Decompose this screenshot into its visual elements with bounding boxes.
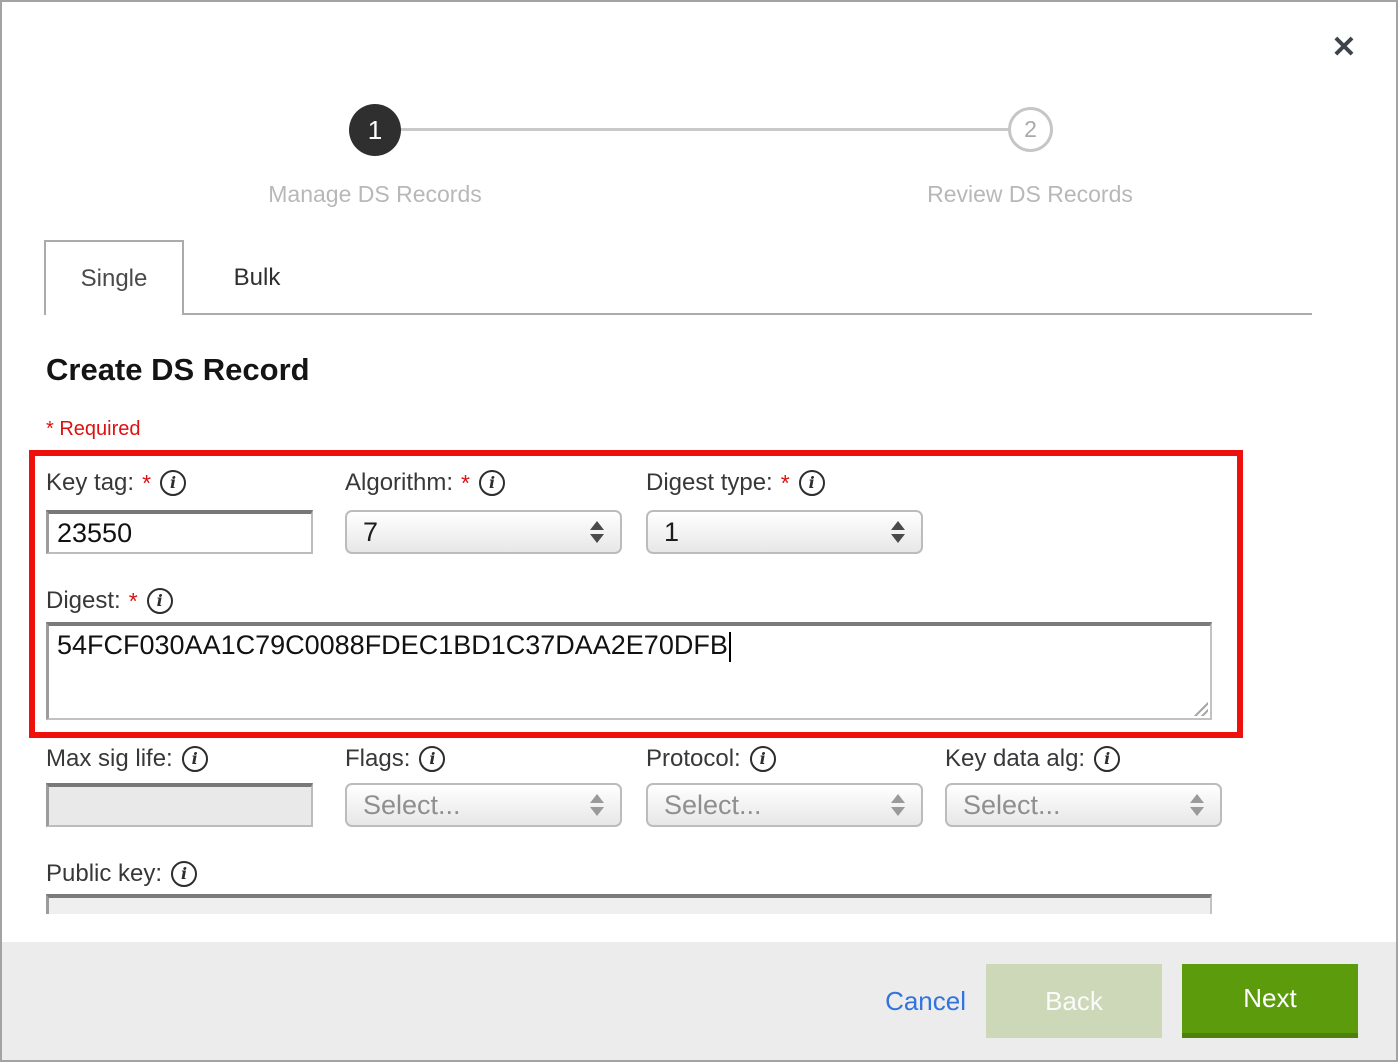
algorithm-label-row: Algorithm: * i [345,468,505,498]
info-icon[interactable]: i [147,588,173,614]
create-ds-record-modal: ✕ 1 2 Manage DS Records Review DS Record… [0,0,1398,1062]
algorithm-label: Algorithm: [345,469,453,497]
required-asterisk: * [781,470,790,497]
tab-bulk[interactable]: Bulk [184,240,330,315]
select-arrows-icon [891,794,905,816]
select-arrows-icon [590,794,604,816]
text-caret [729,632,731,662]
max-sig-life-label: Max sig life: [46,745,173,773]
info-icon-glyph: i [489,475,495,491]
key-tag-label: Key tag: [46,469,134,497]
info-icon-glyph: i [157,593,163,609]
digest-type-select[interactable]: 1 [646,510,923,554]
algorithm-select-value: 7 [363,517,378,548]
modal-footer: Cancel Back Next [2,942,1396,1060]
info-icon-glyph: i [181,866,187,882]
key-data-alg-select-value: Select... [963,790,1061,821]
protocol-label: Protocol: [646,745,741,773]
page-title: Create DS Record [46,352,310,388]
public-key-label-row: Public key: i [46,859,197,889]
info-icon[interactable]: i [750,746,776,772]
digest-type-label: Digest type: [646,469,773,497]
info-icon[interactable]: i [160,470,186,496]
info-icon-glyph: i [760,751,766,767]
info-icon[interactable]: i [799,470,825,496]
select-arrows-icon [590,521,604,543]
digest-type-select-value: 1 [664,517,679,548]
digest-value: 54FCF030AA1C79C0088FDEC1BD1C37DAA2E70DFB [57,630,728,660]
info-icon-glyph: i [170,475,176,491]
step-2-number: 2 [1024,116,1037,143]
key-data-alg-select[interactable]: Select... [945,783,1222,827]
digest-textarea[interactable]: 54FCF030AA1C79C0088FDEC1BD1C37DAA2E70DFB [46,622,1212,720]
flags-select-value: Select... [363,790,461,821]
step-1-number: 1 [368,115,382,146]
public-key-label: Public key: [46,860,162,888]
info-icon[interactable]: i [182,746,208,772]
stepper-connector-line [401,128,1009,131]
select-arrows-icon [1190,794,1204,816]
tab-single-label: Single [81,265,148,293]
info-icon[interactable]: i [479,470,505,496]
required-note: * Required [46,418,141,441]
flags-label: Flags: [345,745,410,773]
required-asterisk: * [461,470,470,497]
back-button: Back [986,964,1162,1038]
algorithm-select[interactable]: 7 [345,510,622,554]
public-key-textarea[interactable] [46,894,1212,914]
info-icon[interactable]: i [419,746,445,772]
step-2-label: Review DS Records [830,181,1230,208]
info-icon-glyph: i [809,475,815,491]
max-sig-life-input [46,783,313,827]
protocol-select-value: Select... [664,790,762,821]
cancel-button[interactable]: Cancel [885,986,966,1017]
key-tag-input[interactable] [46,510,313,554]
protocol-select[interactable]: Select... [646,783,923,827]
key-tag-label-row: Key tag: * i [46,468,186,498]
required-asterisk: * [129,588,138,615]
step-1-label: Manage DS Records [175,181,575,208]
resize-handle-icon[interactable] [1192,700,1208,716]
tab-bulk-label: Bulk [234,264,281,292]
required-asterisk: * [142,470,151,497]
key-data-alg-label: Key data alg: [945,745,1085,773]
next-button[interactable]: Next [1182,964,1358,1038]
info-icon-glyph: i [192,751,198,767]
digest-type-label-row: Digest type: * i [646,468,825,498]
flags-select[interactable]: Select... [345,783,622,827]
info-icon-glyph: i [429,751,435,767]
info-icon[interactable]: i [1094,746,1120,772]
step-1-circle: 1 [349,104,401,156]
tab-single[interactable]: Single [44,240,184,315]
select-arrows-icon [891,521,905,543]
digest-label-row: Digest: * i [46,586,173,616]
close-icon[interactable]: ✕ [1320,24,1368,72]
flags-label-row: Flags: i [345,744,445,774]
max-sig-life-label-row: Max sig life: i [46,744,208,774]
key-data-alg-label-row: Key data alg: i [945,744,1120,774]
protocol-label-row: Protocol: i [646,744,776,774]
step-2-circle: 2 [1008,107,1053,152]
digest-label: Digest: [46,587,121,615]
info-icon-glyph: i [1104,751,1110,767]
info-icon[interactable]: i [171,861,197,887]
